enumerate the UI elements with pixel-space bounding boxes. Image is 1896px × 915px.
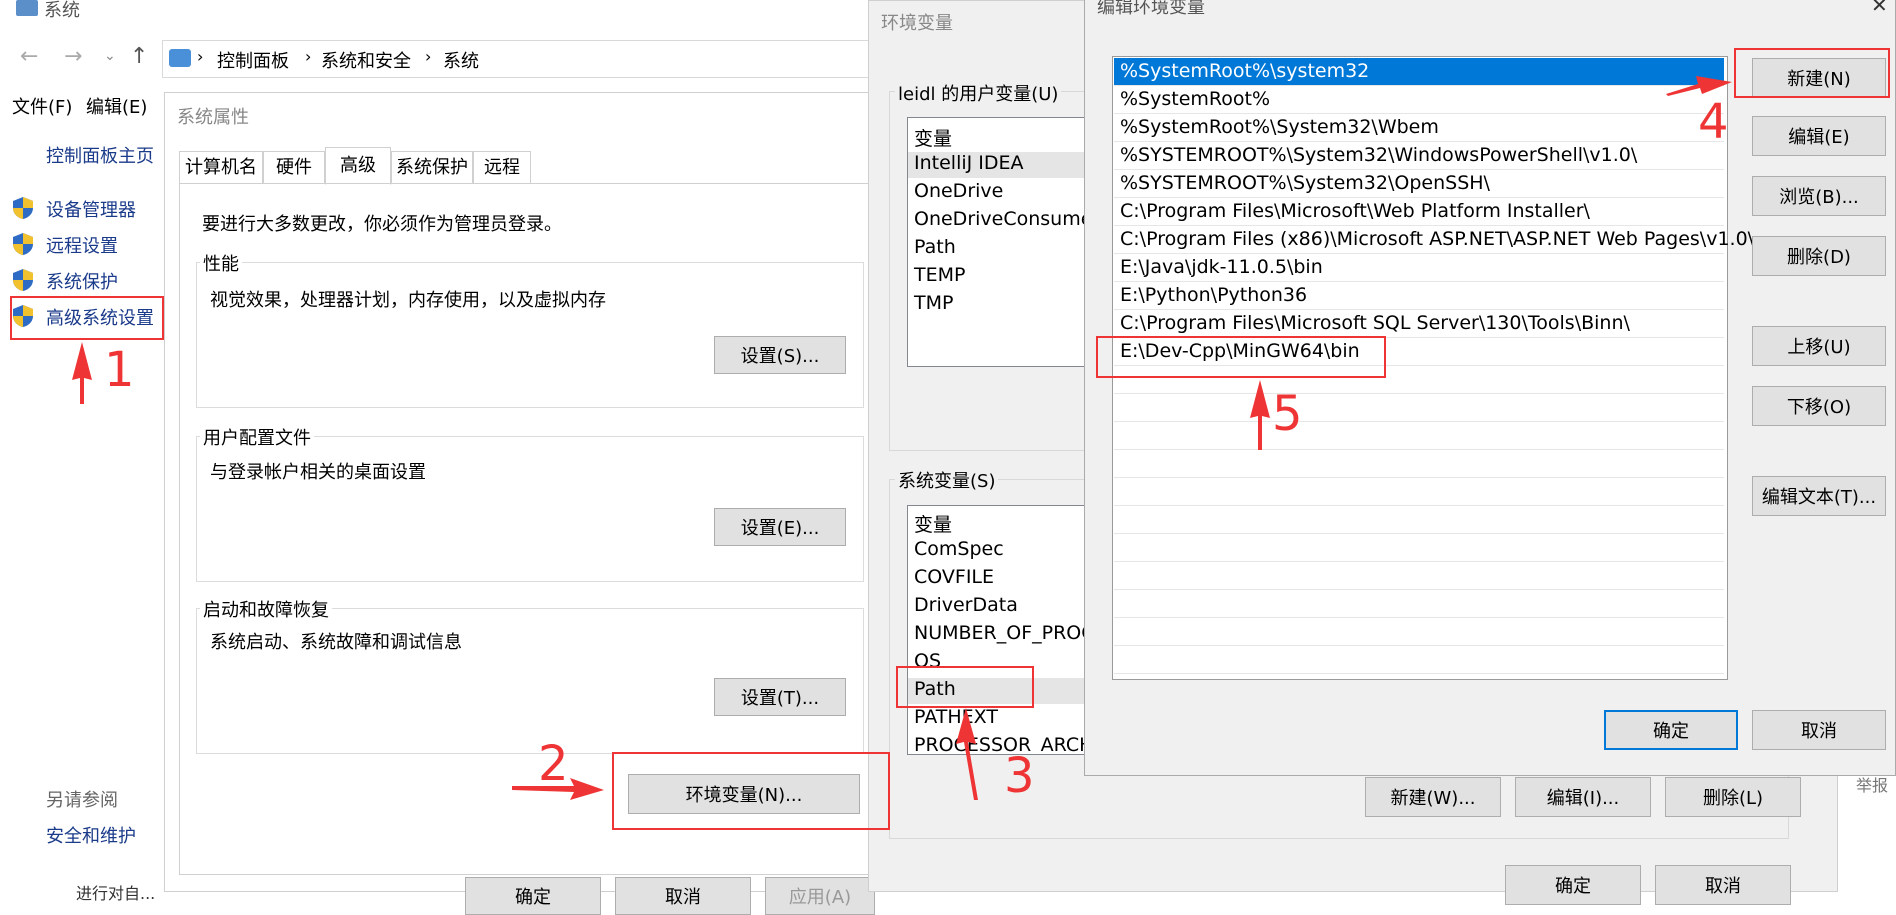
annotation-number-5: 5: [1272, 386, 1303, 442]
annotation-number-4: 4: [1698, 94, 1729, 150]
arrow-up-icon: [1250, 380, 1270, 450]
annotation-number-2: 2: [538, 736, 569, 792]
annotation-number-3: 3: [1004, 748, 1035, 804]
annotation-arrows: [72, 76, 1732, 800]
annotation-number-1: 1: [104, 342, 135, 398]
arrow-up-icon: [72, 342, 92, 404]
arrow-right-icon: [1666, 76, 1732, 96]
arrow-up-icon: [956, 708, 978, 800]
